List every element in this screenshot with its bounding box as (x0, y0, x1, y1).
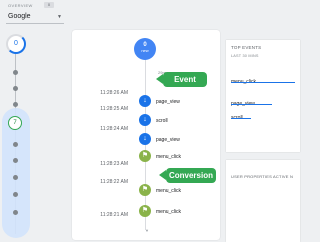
overview-badge: 0 (44, 2, 54, 8)
event-icon[interactable]: ↓ (139, 95, 151, 107)
event-icon[interactable]: ↓ (139, 114, 151, 126)
top-event-bar (231, 118, 251, 119)
top-events-title: TOP EVENTS (231, 45, 262, 50)
rail-dot[interactable] (13, 192, 18, 197)
event-time: 11:28:23 AM (100, 161, 128, 167)
callout-pointer (156, 74, 163, 84)
top-event-bar (231, 82, 296, 83)
event-time: 11:28:22 AM (100, 179, 128, 185)
rail-top-counter[interactable]: 0 (6, 34, 26, 54)
user-properties-title: USER PROPERTIES ACTIVE N (231, 174, 294, 179)
user-properties-card: USER PROPERTIES ACTIVE N (226, 160, 300, 242)
rail-dot[interactable] (13, 210, 18, 215)
event-icon[interactable]: ↓ (139, 133, 151, 145)
rail-dot[interactable] (13, 70, 18, 75)
overview-label: OVERVIEW (8, 3, 33, 8)
rail-dot[interactable] (13, 175, 18, 180)
event-callout: Event (163, 72, 207, 87)
event-timeline-card: 0 new 29m 11:28:26 AM ↓ page_view 11:28:… (72, 30, 220, 240)
new-events-label: new (141, 48, 149, 53)
top-events-subtitle: LAST 30 MINS (231, 54, 259, 58)
rail-dot[interactable] (13, 86, 18, 91)
event-name[interactable]: page_view (156, 137, 180, 143)
event-name[interactable]: menu_click (156, 188, 181, 194)
event-time: 11:28:21 AM (100, 212, 128, 218)
conversion-flag-icon[interactable]: ⚑ (139, 184, 151, 196)
conversion-flag-icon[interactable]: ⚑ (139, 150, 151, 162)
stream-select[interactable]: Google ▼ (6, 10, 64, 24)
top-events-card: TOP EVENTS LAST 30 MINS menu_click page_… (226, 40, 300, 152)
rail-selected-counter[interactable]: 7 (8, 116, 22, 130)
top-event-row[interactable]: menu_click (231, 70, 297, 85)
arrow-down-icon: ▼ (145, 228, 149, 233)
event-time: 11:28:26 AM (100, 90, 128, 96)
conversion-flag-icon[interactable]: ⚑ (139, 205, 151, 217)
chevron-down-icon: ▼ (57, 13, 62, 20)
top-bar: OVERVIEW 0 Google ▼ (0, 0, 300, 30)
top-event-row[interactable]: scroll (231, 106, 297, 121)
rail-dot[interactable] (13, 142, 18, 147)
conversion-callout: Conversion (166, 168, 216, 183)
rail-dot[interactable] (13, 158, 18, 163)
top-event-bar (231, 104, 272, 105)
event-time: 11:28:24 AM (100, 126, 128, 132)
event-name[interactable]: scroll (156, 118, 168, 124)
top-event-row[interactable]: page_view (231, 92, 297, 107)
event-time: 11:28:25 AM (100, 106, 128, 112)
stream-select-value: Google (8, 13, 31, 20)
event-name[interactable]: page_view (156, 99, 180, 105)
new-events-counter[interactable]: 0 new (134, 38, 156, 60)
event-name[interactable]: menu_click (156, 154, 181, 160)
event-name[interactable]: menu_click (156, 209, 181, 215)
callout-pointer (159, 170, 166, 180)
minute-rail: 0 7 (0, 30, 32, 242)
rail-dot[interactable] (13, 102, 18, 107)
